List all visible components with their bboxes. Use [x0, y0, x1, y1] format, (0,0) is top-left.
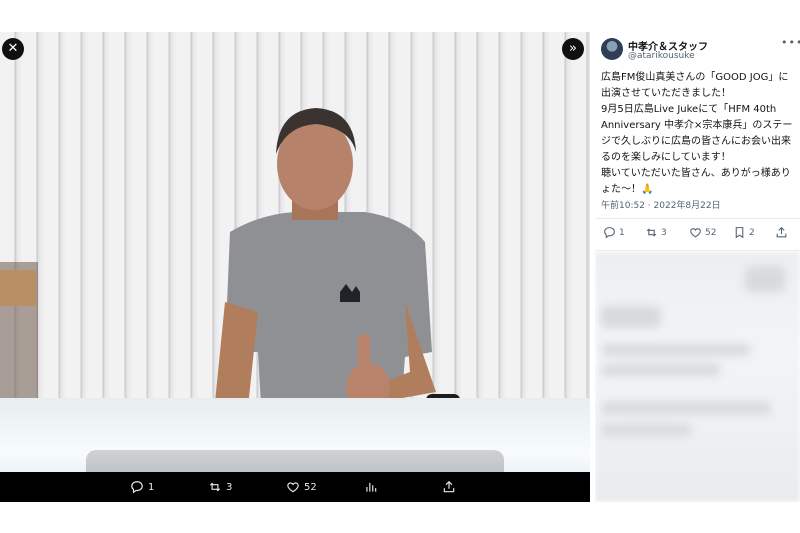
viewer-like-count: 52	[304, 481, 317, 493]
tweet-actions: 1 3 52 2	[595, 226, 800, 246]
reply-icon	[131, 481, 143, 494]
reply-button[interactable]: 1	[603, 226, 625, 239]
media-action-bar: 1 3 52	[0, 472, 590, 502]
viewer-retweet-button[interactable]: 3	[208, 480, 232, 494]
bookmark-button[interactable]: 2	[733, 226, 755, 239]
close-icon[interactable]: ✕	[2, 38, 24, 60]
tweet-timestamp[interactable]: 午前10:52 · 2022年8月22日	[601, 198, 721, 211]
photo-person	[215, 108, 436, 422]
retweet-icon	[209, 482, 221, 492]
share-icon	[443, 480, 455, 493]
viewer-like-button[interactable]: 52	[286, 480, 317, 494]
avatar[interactable]	[601, 38, 623, 60]
retweet-count: 3	[661, 227, 667, 238]
tweet-text: 広島FM俊山真美さんの「GOOD JOG」に出演させていただきました！ 9月5日…	[601, 70, 797, 198]
analytics-icon	[366, 482, 377, 492]
blurred-content	[601, 402, 771, 414]
share-button[interactable]	[775, 226, 788, 239]
blurred-content	[601, 306, 661, 328]
divider	[595, 250, 800, 251]
media-viewer: ✕ » 1 3 52	[0, 32, 590, 502]
tweet-detail-panel: 中孝介＆スタッフ @atarikousuke ••• 広島FM俊山真美さんの「G…	[595, 32, 800, 502]
blurred-content	[601, 364, 721, 376]
viewer-analytics-button[interactable]	[364, 480, 378, 494]
heart-icon	[690, 228, 701, 238]
like-count: 52	[705, 227, 717, 238]
author-handle[interactable]: @atarikousuke	[628, 51, 695, 61]
retweet-icon	[646, 228, 657, 237]
divider	[595, 218, 800, 219]
share-icon	[776, 226, 787, 238]
photo-laptop	[86, 450, 504, 472]
heart-icon	[287, 482, 299, 493]
photo-box	[0, 270, 36, 306]
blurred-content	[745, 266, 785, 292]
tweet-line: 聴いていただいた皆さん、ありがっ様ありょた〜！🙏	[601, 168, 791, 195]
chevron-double-right-icon[interactable]: »	[562, 38, 584, 60]
reply-icon	[604, 227, 615, 239]
blurred-content	[601, 344, 751, 356]
retweet-button[interactable]: 3	[645, 226, 667, 239]
bookmark-icon	[735, 227, 744, 239]
blurred-content	[601, 424, 691, 436]
tweet-line: 9月5日広島Live Jukeにて「HFM 40th Anniversary 中…	[601, 104, 793, 163]
tweet-line: 広島FM俊山真美さんの「GOOD JOG」に出演させていただきました！	[601, 72, 789, 99]
reply-count: 1	[619, 227, 625, 238]
viewer-retweet-count: 3	[226, 481, 233, 493]
like-button[interactable]: 52	[689, 226, 716, 239]
tweet-photo[interactable]	[0, 32, 590, 472]
blurred-replies	[595, 252, 800, 502]
bookmark-count: 2	[749, 227, 755, 238]
viewer-reply-count: 1	[148, 481, 155, 493]
viewer-reply-button[interactable]: 1	[130, 480, 154, 494]
viewer-share-button[interactable]	[442, 480, 456, 494]
more-options-icon[interactable]: •••	[781, 36, 800, 49]
